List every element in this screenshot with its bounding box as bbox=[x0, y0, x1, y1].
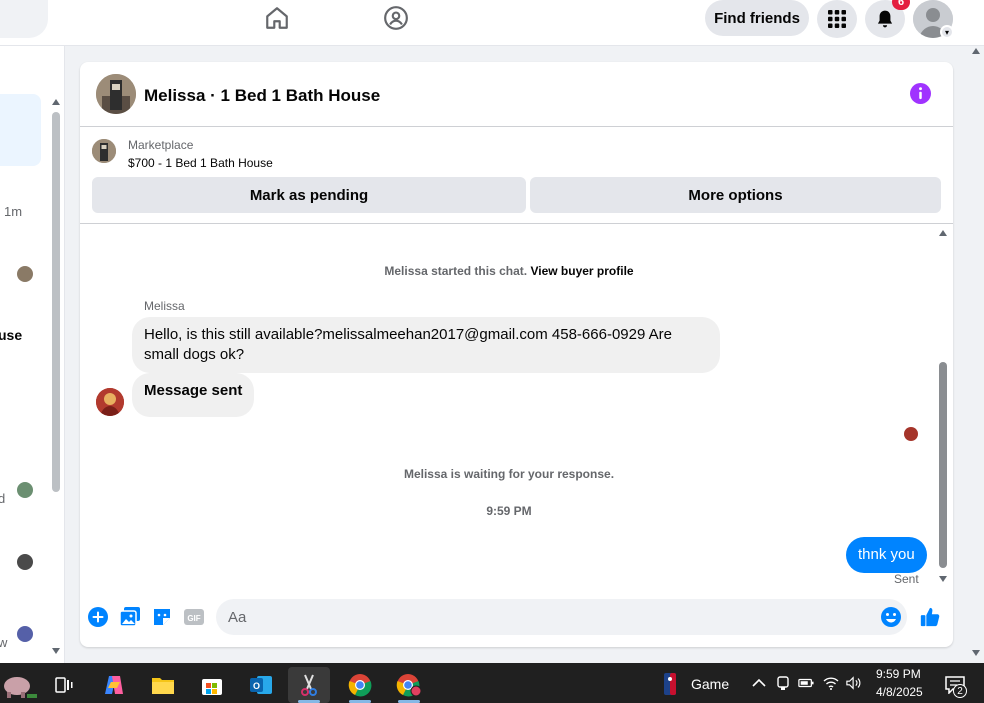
chat-list-sidebar: 1m use d w bbox=[0, 46, 65, 663]
scroll-down-arrow-icon[interactable] bbox=[52, 648, 60, 654]
page-scroll-up-icon[interactable] bbox=[972, 48, 980, 54]
sent-status: Sent bbox=[894, 572, 919, 586]
volume-icon[interactable] bbox=[846, 675, 862, 691]
selected-chat-highlight[interactable] bbox=[0, 94, 41, 166]
scroll-up-arrow-icon[interactable] bbox=[939, 230, 947, 236]
clock-time[interactable]: 9:59 PM bbox=[876, 667, 921, 681]
svg-text:O: O bbox=[253, 681, 260, 691]
marketplace-listing-bar: Marketplace $700 - 1 Bed 1 Bath House Ma… bbox=[80, 127, 953, 224]
notification-badge: 6 bbox=[892, 0, 910, 10]
find-friends-button[interactable]: Find friends bbox=[705, 0, 809, 36]
incoming-message-bubble[interactable]: Message sent bbox=[132, 373, 255, 417]
incoming-message-bubble[interactable]: Hello, is this still available?melissalm… bbox=[132, 317, 720, 373]
message-scroll-thumb[interactable] bbox=[939, 362, 947, 568]
chat-list-avatar[interactable] bbox=[17, 626, 33, 642]
photo-icon[interactable] bbox=[119, 606, 141, 628]
nba-icon[interactable] bbox=[663, 673, 677, 695]
meet-now-icon[interactable] bbox=[775, 675, 791, 691]
chat-title: Melissa · 1 Bed 1 Bath House bbox=[144, 86, 381, 105]
sidebar-scroll-thumb[interactable] bbox=[52, 112, 60, 492]
clock-date[interactable]: 4/8/2025 bbox=[876, 685, 923, 699]
chat-header: Melissa · 1 Bed 1 Bath House bbox=[80, 62, 953, 127]
wifi-icon[interactable] bbox=[823, 675, 839, 691]
listing-thumbnail[interactable] bbox=[92, 139, 116, 163]
info-icon[interactable] bbox=[910, 83, 931, 104]
weather-widget-icon[interactable] bbox=[0, 667, 40, 703]
gif-icon[interactable]: GIF bbox=[183, 606, 205, 628]
message-scrollbar[interactable] bbox=[936, 228, 950, 584]
microsoft-store-icon[interactable] bbox=[191, 667, 233, 703]
grid-icon bbox=[828, 10, 846, 28]
plus-icon[interactable] bbox=[87, 606, 109, 628]
game-widget-label[interactable]: Game bbox=[691, 676, 729, 692]
chrome-icon[interactable] bbox=[339, 667, 381, 703]
message-timestamp: 9:59 PM bbox=[486, 504, 532, 518]
house-photo-icon bbox=[96, 74, 136, 114]
chat-started-text: Melissa started this chat. bbox=[384, 264, 528, 278]
message-composer: GIF bbox=[80, 590, 953, 647]
page-scroll-down-icon[interactable] bbox=[972, 650, 980, 656]
sender-avatar[interactable] bbox=[96, 388, 124, 416]
copilot-icon[interactable] bbox=[93, 667, 135, 703]
top-navigation-bar: Find friends 6 ▾ bbox=[0, 0, 984, 46]
view-buyer-profile-link[interactable]: View buyer profile bbox=[530, 264, 633, 278]
more-options-button[interactable]: More options bbox=[530, 177, 941, 213]
search-field-edge[interactable] bbox=[0, 0, 48, 38]
snipping-tool-icon[interactable] bbox=[288, 667, 330, 703]
battery-icon[interactable] bbox=[798, 675, 814, 691]
message-thread: Melissa started this chat. View buyer pr… bbox=[80, 224, 953, 590]
chrome-profile-icon[interactable] bbox=[388, 667, 430, 703]
outlook-icon[interactable]: O bbox=[240, 667, 282, 703]
windows-taskbar: O Game 9:59 PM 4/8/2025 2 bbox=[0, 663, 984, 703]
home-icon[interactable] bbox=[263, 4, 291, 32]
thumbs-up-icon[interactable] bbox=[919, 606, 941, 628]
task-view-icon[interactable] bbox=[43, 667, 85, 703]
chat-preview-fragment: d bbox=[0, 491, 5, 506]
chat-list-avatar[interactable] bbox=[17, 554, 33, 570]
menu-grid-button[interactable] bbox=[817, 0, 857, 38]
sidebar-scrollbar[interactable] bbox=[50, 96, 62, 654]
bell-icon bbox=[877, 10, 893, 28]
groups-icon[interactable] bbox=[382, 4, 410, 32]
sender-name: Melissa bbox=[144, 299, 185, 313]
notification-center-count: 2 bbox=[953, 684, 967, 698]
chat-list-avatar[interactable] bbox=[17, 482, 33, 498]
read-receipt-avatar bbox=[904, 427, 918, 441]
sticker-icon[interactable] bbox=[151, 606, 173, 628]
chat-title-fragment: use bbox=[0, 327, 23, 343]
waiting-notice: Melissa is waiting for your response. bbox=[403, 467, 615, 481]
chat-time: 1m bbox=[4, 204, 23, 219]
listing-title[interactable]: $700 - 1 Bed 1 Bath House bbox=[128, 156, 273, 170]
scroll-up-arrow-icon[interactable] bbox=[52, 99, 60, 105]
contact-avatar[interactable] bbox=[96, 74, 136, 114]
outgoing-message-bubble[interactable]: thnk you bbox=[846, 537, 927, 573]
mark-as-pending-button[interactable]: Mark as pending bbox=[92, 177, 526, 213]
chat-window: Melissa · 1 Bed 1 Bath House Marketplace… bbox=[80, 62, 953, 647]
chat-list-avatar[interactable] bbox=[17, 266, 33, 282]
emoji-icon[interactable] bbox=[880, 606, 902, 628]
chevron-up-icon[interactable] bbox=[751, 675, 767, 691]
chevron-down-icon[interactable]: ▾ bbox=[940, 25, 954, 39]
svg-text:GIF: GIF bbox=[187, 614, 200, 623]
chat-preview-fragment: w bbox=[0, 635, 7, 650]
scroll-down-arrow-icon[interactable] bbox=[939, 576, 947, 582]
chat-started-notice: Melissa started this chat. View buyer pr… bbox=[80, 264, 938, 278]
message-input[interactable] bbox=[216, 599, 907, 635]
marketplace-label: Marketplace bbox=[128, 138, 194, 152]
file-explorer-icon[interactable] bbox=[142, 667, 184, 703]
